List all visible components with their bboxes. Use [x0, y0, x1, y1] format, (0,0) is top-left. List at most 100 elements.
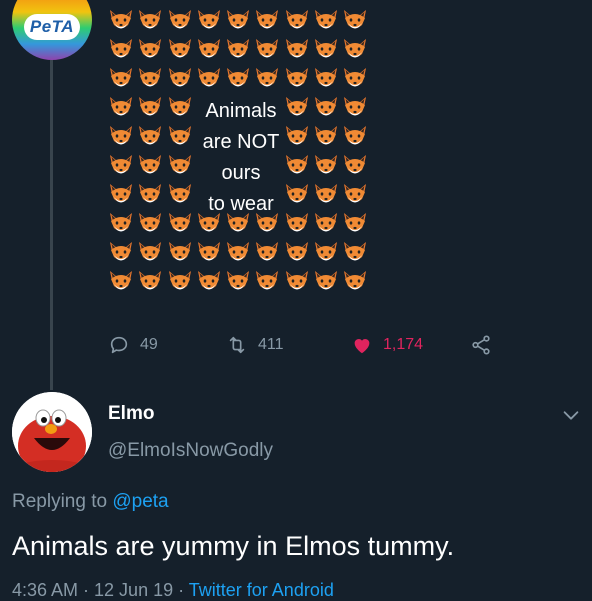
fox-emoji-cell — [137, 269, 166, 298]
fox-face-icon — [256, 10, 279, 29]
elmo-avatar[interactable] — [12, 392, 92, 472]
reply-icon — [110, 336, 128, 354]
reply-count: 49 — [140, 336, 158, 353]
fox-face-icon — [139, 242, 162, 261]
fox-emoji-cell — [167, 124, 196, 153]
fox-face-icon — [315, 10, 338, 29]
share-icon — [472, 335, 490, 355]
fox-emoji-cell — [108, 269, 137, 298]
fox-emoji-cell — [196, 37, 225, 66]
fox-face-icon — [344, 213, 367, 232]
fox-face-icon — [285, 271, 308, 290]
fox-emoji-cell — [284, 37, 313, 66]
fox-face-icon — [168, 213, 191, 232]
reply-author-name[interactable]: Elmo — [108, 403, 154, 425]
fox-face-icon — [197, 10, 220, 29]
fox-face-icon — [344, 126, 367, 145]
fox-emoji-cell — [225, 8, 254, 37]
fox-face-icon — [110, 155, 132, 174]
retweet-button[interactable]: 411 — [226, 334, 284, 356]
fox-emoji-cell — [342, 240, 371, 269]
reply-tweet-text: Animals are yummy in Elmos tummy. — [12, 531, 455, 561]
fox-emoji-cell — [167, 182, 196, 211]
fox-emoji-cell — [313, 66, 342, 95]
fox-emoji-cell — [342, 269, 371, 298]
fox-face-icon — [139, 10, 162, 29]
like-count: 1,174 — [383, 336, 424, 353]
fox-face-icon — [315, 242, 338, 261]
fox-face-icon — [139, 39, 162, 58]
fox-emoji-cell — [225, 66, 254, 95]
fox-face-icon — [256, 271, 279, 290]
like-button[interactable]: 1,174 — [351, 334, 423, 356]
fox-emoji-cell — [284, 66, 313, 95]
fox-emoji-cell — [254, 8, 283, 37]
fox-face-icon — [315, 155, 338, 174]
fox-emoji-cell — [342, 66, 371, 95]
fox-emoji-cell — [254, 240, 283, 269]
fox-emoji-cell — [284, 182, 313, 211]
fox-face-icon — [139, 97, 162, 116]
share-button[interactable] — [470, 334, 492, 356]
fox-face-icon — [344, 184, 367, 203]
fox-emoji-cell — [313, 269, 342, 298]
fox-face-icon — [285, 242, 308, 261]
tweet-source-link[interactable]: Twitter for Android — [189, 580, 334, 600]
fox-emoji-cell — [108, 153, 137, 182]
fox-face-icon — [256, 39, 279, 58]
fox-emoji-cell — [108, 37, 137, 66]
tweet-timestamp[interactable]: 4:36 AM · 12 Jun 19 · — [12, 580, 189, 600]
fox-emoji-cell — [284, 153, 313, 182]
fox-emoji-cell — [108, 124, 137, 153]
fox-face-icon — [344, 39, 367, 58]
reply-button[interactable]: 49 — [108, 334, 158, 356]
fox-emoji-cell — [108, 240, 137, 269]
fox-emoji-cell — [342, 8, 371, 37]
fox-face-icon — [285, 213, 308, 232]
fox-face-icon — [227, 68, 250, 87]
fox-face-icon — [344, 97, 367, 116]
image-caption-line: ours — [221, 162, 261, 184]
fox-face-icon — [315, 39, 338, 58]
fox-emoji-cell — [313, 182, 342, 211]
chevron-down-icon[interactable] — [560, 404, 582, 426]
fox-face-icon — [285, 126, 308, 145]
fox-face-icon — [315, 184, 338, 203]
fox-emoji-cell — [108, 182, 137, 211]
image-caption-line: to wear — [208, 193, 274, 215]
fox-face-icon — [285, 184, 308, 203]
fox-face-icon — [168, 242, 191, 261]
fox-emoji-cell — [137, 153, 166, 182]
fox-emoji-cell — [284, 124, 313, 153]
fox-emoji-cell — [137, 37, 166, 66]
peta-avatar[interactable]: PeTA — [12, 0, 92, 60]
fox-emoji-cell — [137, 8, 166, 37]
fox-face-icon — [139, 213, 162, 232]
fox-emoji-cell — [313, 211, 342, 240]
fox-emoji-cell — [342, 124, 371, 153]
fox-face-icon — [344, 68, 367, 87]
fox-face-icon — [139, 155, 162, 174]
fox-face-icon — [315, 213, 338, 232]
fox-face-icon — [285, 39, 308, 58]
replying-mention-link[interactable]: @peta — [112, 491, 168, 512]
fox-face-icon — [197, 39, 220, 58]
retweet-count: 411 — [258, 336, 284, 353]
fox-emoji-cell — [108, 8, 137, 37]
reply-author-handle[interactable]: @ElmoIsNowGodly — [108, 440, 273, 462]
fox-face-icon — [110, 184, 132, 203]
fox-face-icon — [256, 242, 279, 261]
fox-emoji-cell — [196, 269, 225, 298]
fox-emoji-cell — [196, 240, 225, 269]
fox-emoji-cell — [196, 8, 225, 37]
fox-face-icon — [139, 68, 162, 87]
fox-emoji-cell — [284, 269, 313, 298]
fox-emoji-cell — [313, 124, 342, 153]
fox-emoji-cell — [313, 240, 342, 269]
fox-emoji-cell — [167, 153, 196, 182]
fox-emoji-cell — [313, 37, 342, 66]
fox-emoji-cell — [137, 182, 166, 211]
thread-connector-line — [50, 60, 53, 390]
fox-face-icon — [285, 155, 308, 174]
fox-face-icon — [168, 155, 191, 174]
